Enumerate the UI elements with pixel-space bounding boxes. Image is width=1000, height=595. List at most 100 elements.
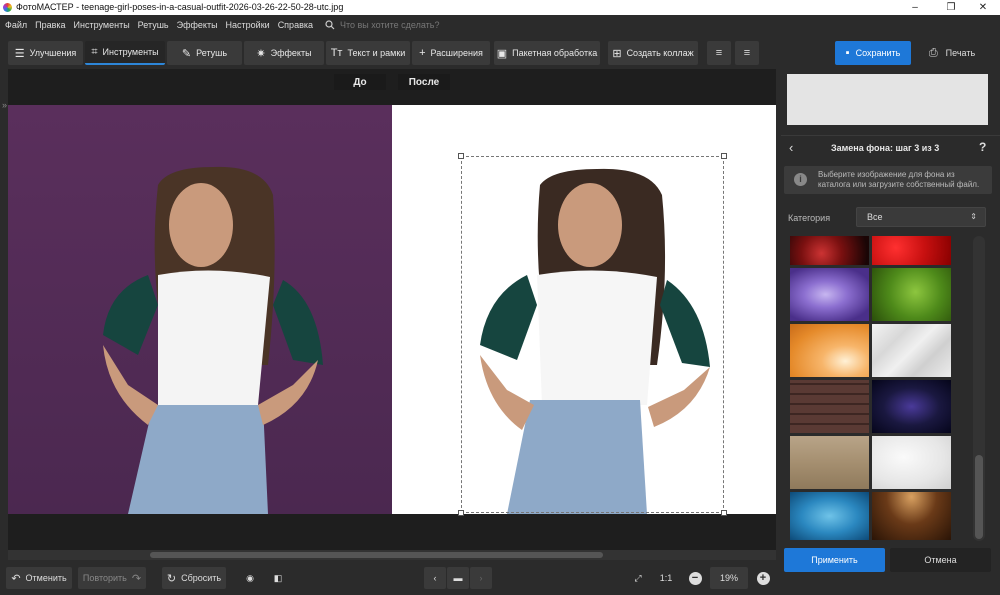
- cancel-button[interactable]: Отмена: [890, 548, 991, 572]
- tab-label: Расширения: [430, 48, 483, 58]
- create-collage-button[interactable]: ⊞ Создать коллаж: [608, 41, 698, 65]
- crop-frame[interactable]: [461, 156, 724, 513]
- help-button[interactable]: ?: [979, 140, 986, 154]
- background-preview: [787, 74, 988, 125]
- list-plus-icon: ≡: [715, 47, 723, 59]
- printer-icon: ⎙: [928, 46, 938, 59]
- expand-left-icon[interactable]: »: [2, 100, 7, 110]
- search-input[interactable]: Что вы хотите сделать?: [340, 20, 440, 30]
- menu-tools[interactable]: Инструменты: [74, 20, 130, 30]
- close-window-button[interactable]: ✕: [966, 0, 1000, 15]
- tab-retouch[interactable]: ✎ Ретушь: [167, 41, 242, 65]
- fit-screen-icon: ⤢: [634, 572, 642, 583]
- menu-edit[interactable]: Правка: [35, 20, 65, 30]
- compare-icon: ◧: [273, 572, 283, 583]
- redo-button[interactable]: Повторить ↷: [78, 567, 146, 589]
- brush-icon: ✎: [181, 47, 192, 60]
- plus-icon: +: [419, 47, 426, 59]
- reset-label: Сбросить: [181, 573, 222, 583]
- resize-handle[interactable]: [721, 153, 727, 159]
- girl-photo-before: [103, 166, 323, 514]
- app-logo-icon: [3, 3, 12, 12]
- category-select[interactable]: Все ⇕: [856, 207, 986, 227]
- tab-label: Текст и рамки: [347, 48, 406, 58]
- compare-toggle-button[interactable]: ◧: [266, 567, 290, 589]
- redo-label: Повторить: [82, 573, 127, 583]
- fit-screen-button[interactable]: ⤢: [626, 567, 650, 589]
- text-icon: Tт: [330, 47, 343, 59]
- thumbnail-red-flower[interactable]: [790, 236, 869, 265]
- tab-extensions[interactable]: + Расширения: [412, 41, 490, 65]
- resize-handle[interactable]: [458, 153, 464, 159]
- before-label[interactable]: До: [334, 74, 386, 90]
- menu-effects[interactable]: Эффекты: [177, 20, 218, 30]
- save-label: Сохранить: [855, 48, 901, 58]
- category-value: Все: [867, 212, 883, 222]
- back-arrow-icon[interactable]: ‹: [789, 140, 793, 155]
- save-button[interactable]: ▪ Сохранить: [835, 41, 911, 65]
- eye-icon: ◉: [246, 572, 254, 583]
- thumbnail-starry-sky[interactable]: [872, 380, 951, 433]
- title-bar: ФотоМАСТЕР - teenage-girl-poses-in-a-cas…: [0, 0, 1000, 15]
- resize-handle[interactable]: [721, 510, 727, 516]
- tab-effects[interactable]: ✷ Эффекты: [244, 41, 324, 65]
- preview-eye-button[interactable]: ◉: [238, 567, 262, 589]
- next-image-button[interactable]: ›: [470, 567, 492, 589]
- thumbnail-burlap-texture[interactable]: [790, 436, 869, 489]
- menu-file[interactable]: Файл: [5, 20, 27, 30]
- step-header: ‹ Замена фона: шаг 3 из 3 ?: [781, 135, 1000, 159]
- reset-icon: ↻: [166, 572, 177, 585]
- plus-circle-icon: +: [756, 571, 770, 585]
- thumbnail-red-flower-drops[interactable]: [872, 236, 951, 265]
- search-icon: [325, 20, 335, 30]
- print-label: Печать: [945, 48, 976, 58]
- actual-size-button[interactable]: 1:1: [654, 567, 678, 589]
- presets-info-button[interactable]: ≡: [735, 41, 759, 65]
- menu-retouch[interactable]: Ретушь: [138, 20, 169, 30]
- collage-label: Создать коллаж: [626, 48, 694, 58]
- apply-button[interactable]: Применить: [784, 548, 885, 572]
- tab-label: Эффекты: [270, 48, 312, 58]
- window-title: ФотоМАСТЕР - teenage-girl-poses-in-a-cas…: [16, 2, 344, 12]
- thumbnail-crumpled-paper[interactable]: [872, 324, 951, 377]
- info-box: i Выберите изображение для фона из катал…: [784, 166, 992, 194]
- thumbnail-blue-water[interactable]: [790, 492, 869, 540]
- batch-label: Пакетная обработка: [512, 48, 598, 58]
- undo-button[interactable]: ↶ Отменить: [6, 567, 72, 589]
- horizontal-scroll-thumb[interactable]: [150, 552, 603, 558]
- thumbnail-green-leaf[interactable]: [872, 268, 951, 321]
- maximize-button[interactable]: ❐: [934, 0, 968, 15]
- zoom-value[interactable]: 19%: [710, 567, 748, 589]
- crop-icon: ⌗: [91, 45, 98, 58]
- prev-image-button[interactable]: ‹: [424, 567, 446, 589]
- thumbnail-purple-flower[interactable]: [790, 268, 869, 321]
- thumbnail-wood-spotlight[interactable]: [872, 492, 951, 540]
- after-label[interactable]: После: [398, 74, 450, 90]
- zoom-out-button[interactable]: −: [684, 567, 706, 589]
- thumbnail-orange-petals[interactable]: [790, 324, 869, 377]
- menu-help[interactable]: Справка: [278, 20, 313, 30]
- updown-arrows-icon: ⇕: [970, 212, 977, 221]
- minimize-button[interactable]: –: [898, 0, 932, 15]
- tab-enhance[interactable]: ☰ Улучшения: [8, 41, 83, 65]
- menu-settings[interactable]: Настройки: [226, 20, 270, 30]
- zoom-in-button[interactable]: +: [752, 567, 774, 589]
- undo-label: Отменить: [25, 573, 67, 583]
- menu-search[interactable]: Что вы хотите сделать?: [325, 20, 440, 30]
- tab-tools[interactable]: ⌗ Инструменты: [85, 41, 165, 65]
- batch-processing-button[interactable]: ▣ Пакетная обработка: [494, 41, 600, 65]
- thumbnail-white-marble[interactable]: [872, 436, 951, 489]
- main-toolbar: ☰ Улучшения ⌗ Инструменты ✎ Ретушь ✷ Эффекты…: [0, 35, 1000, 69]
- print-button[interactable]: ⎙ Печать: [914, 41, 990, 65]
- presets-add-button[interactable]: ≡: [707, 41, 731, 65]
- collage-icon: ⊞: [612, 47, 622, 60]
- reset-button[interactable]: ↻ Сбросить: [162, 567, 226, 589]
- before-image: [8, 105, 392, 514]
- tab-text-frames[interactable]: Tт Текст и рамки: [326, 41, 410, 65]
- open-folder-button[interactable]: ▬: [447, 567, 469, 589]
- vertical-scroll-thumb[interactable]: [975, 455, 983, 539]
- list-info-icon: ≡: [743, 47, 751, 59]
- thumbnail-brick-wall[interactable]: [790, 380, 869, 433]
- tab-label: Улучшения: [29, 48, 77, 58]
- resize-handle[interactable]: [458, 510, 464, 516]
